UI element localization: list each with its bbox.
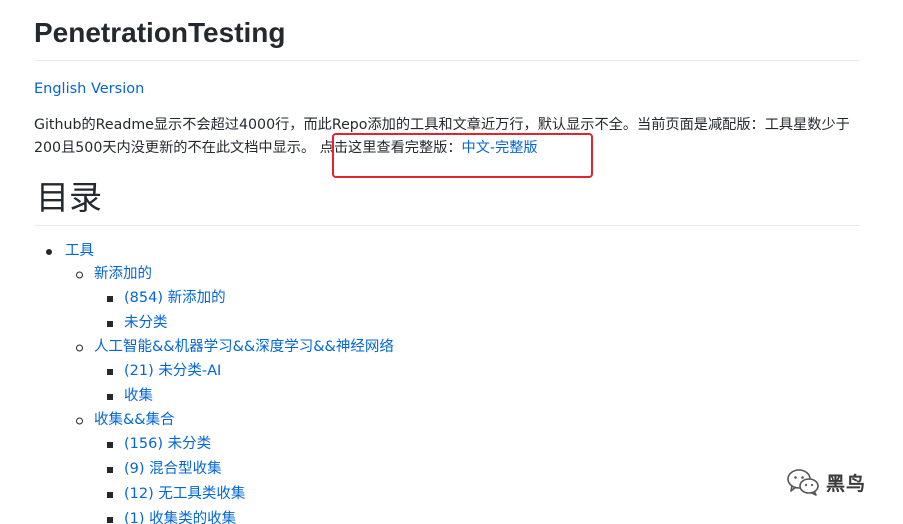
bullet-square-icon — [107, 466, 113, 473]
bullet-square-icon — [107, 295, 113, 302]
toc-link-uncategorized[interactable]: 未分类 — [124, 315, 168, 331]
page-title: PenetrationTesting — [34, 17, 286, 48]
bullet-square-icon — [107, 516, 113, 523]
intro-text: Github的Readme显示不会超过4000行，而此Repo添加的工具和文章近… — [34, 117, 850, 156]
intro-paragraph: Github的Readme显示不会超过4000行，而此Repo添加的工具和文章近… — [34, 114, 860, 160]
readme-page: PenetrationTesting English Version Githu… — [0, 0, 903, 524]
bullet-circle-icon — [76, 271, 83, 278]
toc-link-new-added-count[interactable]: (854) 新添加的 — [124, 290, 226, 306]
wechat-icon — [787, 469, 819, 496]
toc-item-col-uncategorized: (156) 未分类 — [34, 432, 834, 457]
english-version-link[interactable]: English Version — [34, 79, 144, 99]
toc-item-ai: 人工智能&&机器学习&&深度学习&&神经网络 — [34, 336, 834, 359]
bullet-square-icon — [107, 441, 113, 448]
toc-divider — [34, 225, 860, 226]
toc-item-ai-uncategorized: (21) 未分类-AI — [34, 359, 834, 384]
toc-item-col-mixed: (9) 混合型收集 — [34, 457, 834, 482]
toc-item-new-added-count: (854) 新添加的 — [34, 286, 834, 311]
toc-link-tools[interactable]: 工具 — [65, 243, 94, 259]
toc-item-uncategorized: 未分类 — [34, 311, 834, 336]
toc-link-ai-uncategorized[interactable]: (21) 未分类-AI — [124, 363, 221, 379]
toc-link-ai[interactable]: 人工智能&&机器学习&&深度学习&&神经网络 — [94, 339, 394, 355]
toc-link-new-added[interactable]: 新添加的 — [94, 266, 152, 282]
toc-item-col-no-tools: (12) 无工具类收集 — [34, 482, 834, 507]
toc-link-col-no-tools[interactable]: (12) 无工具类收集 — [124, 486, 245, 502]
toc-link-collections[interactable]: 收集&&集合 — [94, 412, 175, 428]
toc-item-ai-collection: 收集 — [34, 384, 834, 409]
toc-link-col-mixed[interactable]: (9) 混合型收集 — [124, 461, 222, 477]
toc-heading: 目录 — [36, 178, 102, 217]
toc-item-new-added: 新添加的 — [34, 263, 834, 286]
bullet-disc-icon — [46, 248, 52, 255]
bullet-square-icon — [107, 491, 113, 498]
readme-content: PenetrationTesting English Version Githu… — [34, 0, 860, 160]
bullet-square-icon — [107, 368, 113, 375]
title-divider — [34, 60, 860, 61]
toc-item-col-collection-type: (1) 收集类的收集 — [34, 507, 834, 524]
bullet-square-icon — [107, 320, 113, 327]
toc-link-col-uncategorized[interactable]: (156) 未分类 — [124, 436, 211, 452]
toc-item-collections: 收集&&集合 — [34, 409, 834, 432]
bullet-circle-icon — [76, 344, 83, 351]
watermark: 黑鸟 — [786, 467, 866, 497]
watermark-text: 黑鸟 — [826, 472, 867, 495]
toc-item-tools: 工具 — [34, 240, 834, 263]
bullet-circle-icon — [76, 417, 83, 424]
full-version-link[interactable]: 中文-完整版 — [462, 140, 538, 156]
toc-link-ai-collection[interactable]: 收集 — [124, 388, 153, 404]
bullet-square-icon — [107, 393, 113, 400]
toc-link-col-collection-type[interactable]: (1) 收集类的收集 — [124, 511, 236, 524]
table-of-contents: 工具 新添加的 (854) 新添加的 未分类 人工智能&&机器学习&&深度学习&… — [34, 240, 834, 524]
